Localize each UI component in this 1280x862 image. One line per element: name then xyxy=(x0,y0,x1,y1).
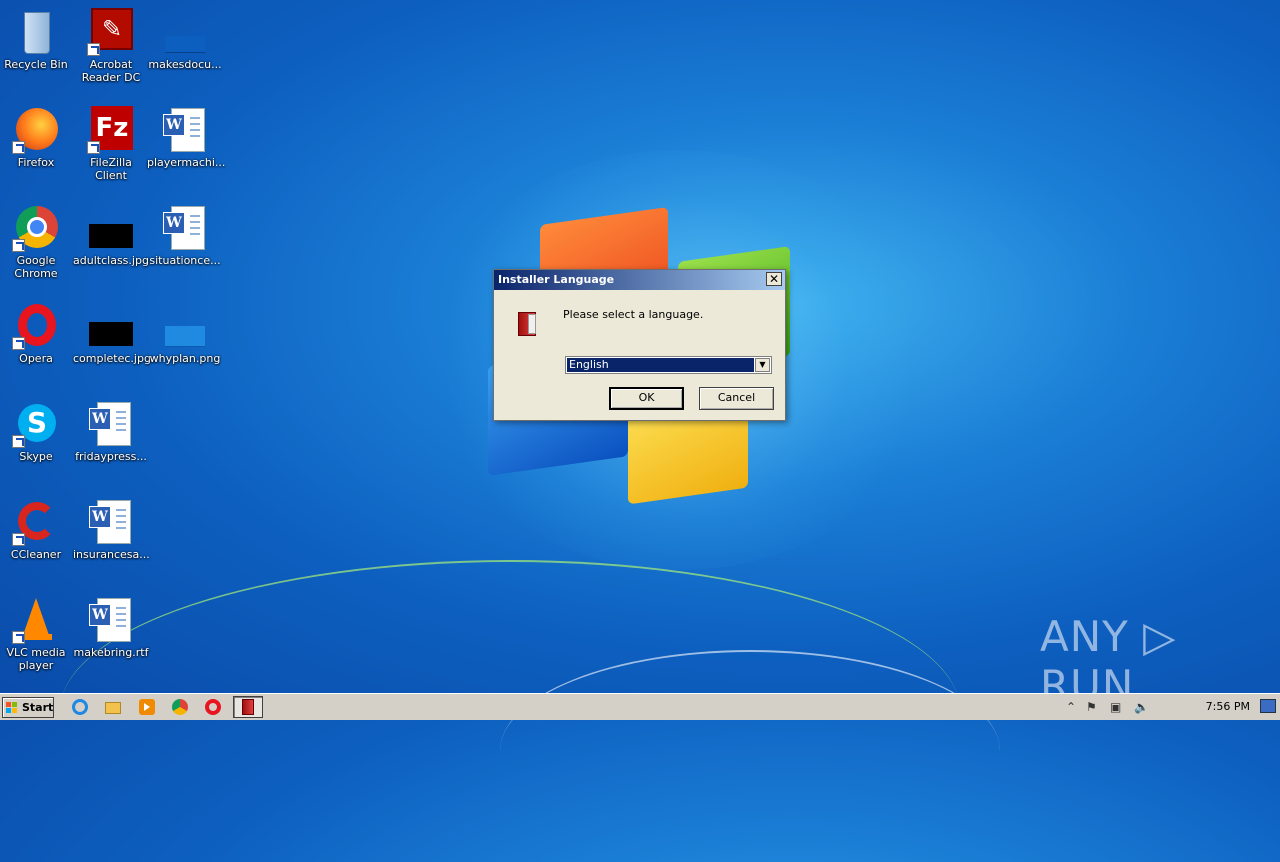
installer-language-dialog: Installer Language ✕ Please select a lan… xyxy=(493,269,786,421)
word-document-icon: W xyxy=(87,596,135,644)
desktop-icon-acrobat-reader[interactable]: ✎ Acrobat Reader DC xyxy=(73,8,149,84)
desktop-icon-playermachi[interactable]: W playermachi... xyxy=(147,106,225,169)
ok-button[interactable]: OK xyxy=(609,387,684,410)
dialog-titlebar[interactable]: Installer Language ✕ xyxy=(494,270,785,290)
desktop-icon-adultclass-jpg[interactable]: adultclass.jpg xyxy=(73,204,149,267)
chrome-taskbar-icon[interactable] xyxy=(171,698,189,716)
network-icon[interactable]: ▣ xyxy=(1110,700,1121,714)
word-document-icon: W xyxy=(161,204,209,252)
word-document-icon: W xyxy=(161,106,209,154)
desktop-icon-ccleaner[interactable]: CCleaner xyxy=(0,498,74,561)
recycle-bin-icon xyxy=(12,8,60,56)
clock[interactable]: 7:56 PM xyxy=(1206,700,1250,713)
language-select[interactable]: English ▼ xyxy=(565,356,772,374)
desktop-icon-google-chrome[interactable]: Google Chrome xyxy=(0,204,74,280)
action-center-flag-icon[interactable]: ⚑ xyxy=(1086,700,1097,714)
close-button[interactable]: ✕ xyxy=(766,272,782,286)
desktop-icon-completec-jpg[interactable]: completec.jpg xyxy=(73,302,151,365)
system-tray: ⌃ ⚑ ▣ 🔈 xyxy=(1062,697,1222,718)
start-button[interactable]: Start xyxy=(2,697,54,718)
language-selected-value: English xyxy=(567,358,754,372)
taskbar-installer-button[interactable] xyxy=(233,696,263,718)
desktop-icon-recycle-bin[interactable]: Recycle Bin xyxy=(0,8,74,71)
dialog-title: Installer Language xyxy=(498,273,615,286)
word-document-icon: W xyxy=(87,400,135,448)
image-thumbnail-icon xyxy=(161,8,209,56)
desktop-icon-situationce[interactable]: W situationce... xyxy=(147,204,223,267)
firefox-icon xyxy=(12,106,60,154)
image-thumbnail-icon xyxy=(87,302,135,350)
installer-taskbar-icon xyxy=(242,699,254,715)
desktop-icon-opera[interactable]: Opera xyxy=(0,302,74,365)
taskbar: Start ⌃ ⚑ ▣ 🔈 7:56 PM xyxy=(0,693,1280,720)
word-document-icon: W xyxy=(87,498,135,546)
internet-explorer-icon[interactable] xyxy=(71,698,89,716)
chevron-down-icon[interactable]: ▼ xyxy=(755,358,770,372)
opera-taskbar-icon[interactable] xyxy=(204,698,222,716)
desktop-icon-makebring-rtf[interactable]: W makebring.rtf xyxy=(73,596,149,659)
opera-icon xyxy=(12,302,60,350)
show-desktop-button[interactable] xyxy=(1260,699,1276,713)
dialog-message: Please select a language. xyxy=(563,308,704,321)
acrobat-icon: ✎ xyxy=(87,8,135,56)
chrome-icon xyxy=(12,204,60,252)
desktop-icon-insurancesa[interactable]: W insurancesa... xyxy=(73,498,150,561)
desktop-icon-whyplan-png[interactable]: whyplan.png xyxy=(147,302,223,365)
skype-icon: S xyxy=(12,400,60,448)
tray-overflow-icon[interactable]: ⌃ xyxy=(1066,700,1076,714)
windows-flag-icon xyxy=(6,702,18,714)
ccleaner-icon xyxy=(12,498,60,546)
image-thumbnail-icon xyxy=(87,204,135,252)
desktop-icon-filezilla[interactable]: Fz FileZilla Client xyxy=(73,106,149,182)
desktop-icon-vlc[interactable]: VLC media player xyxy=(0,596,74,672)
image-thumbnail-icon xyxy=(161,302,209,350)
filezilla-icon: Fz xyxy=(87,106,135,154)
wallpaper-arc-2 xyxy=(500,650,1000,852)
cancel-button[interactable]: Cancel xyxy=(699,387,774,410)
volume-icon[interactable]: 🔈 xyxy=(1134,700,1149,714)
installer-app-icon xyxy=(516,308,540,338)
desktop-icon-fridaypress[interactable]: W fridaypress... xyxy=(73,400,149,463)
media-player-icon[interactable] xyxy=(138,698,156,716)
file-explorer-icon[interactable] xyxy=(104,698,122,716)
desktop-icon-makesdocu[interactable]: makesdocu... xyxy=(147,8,223,71)
desktop-icon-skype[interactable]: S Skype xyxy=(0,400,74,463)
start-label: Start xyxy=(22,701,54,714)
desktop-icon-firefox[interactable]: Firefox xyxy=(0,106,74,169)
vlc-cone-icon xyxy=(12,596,60,644)
